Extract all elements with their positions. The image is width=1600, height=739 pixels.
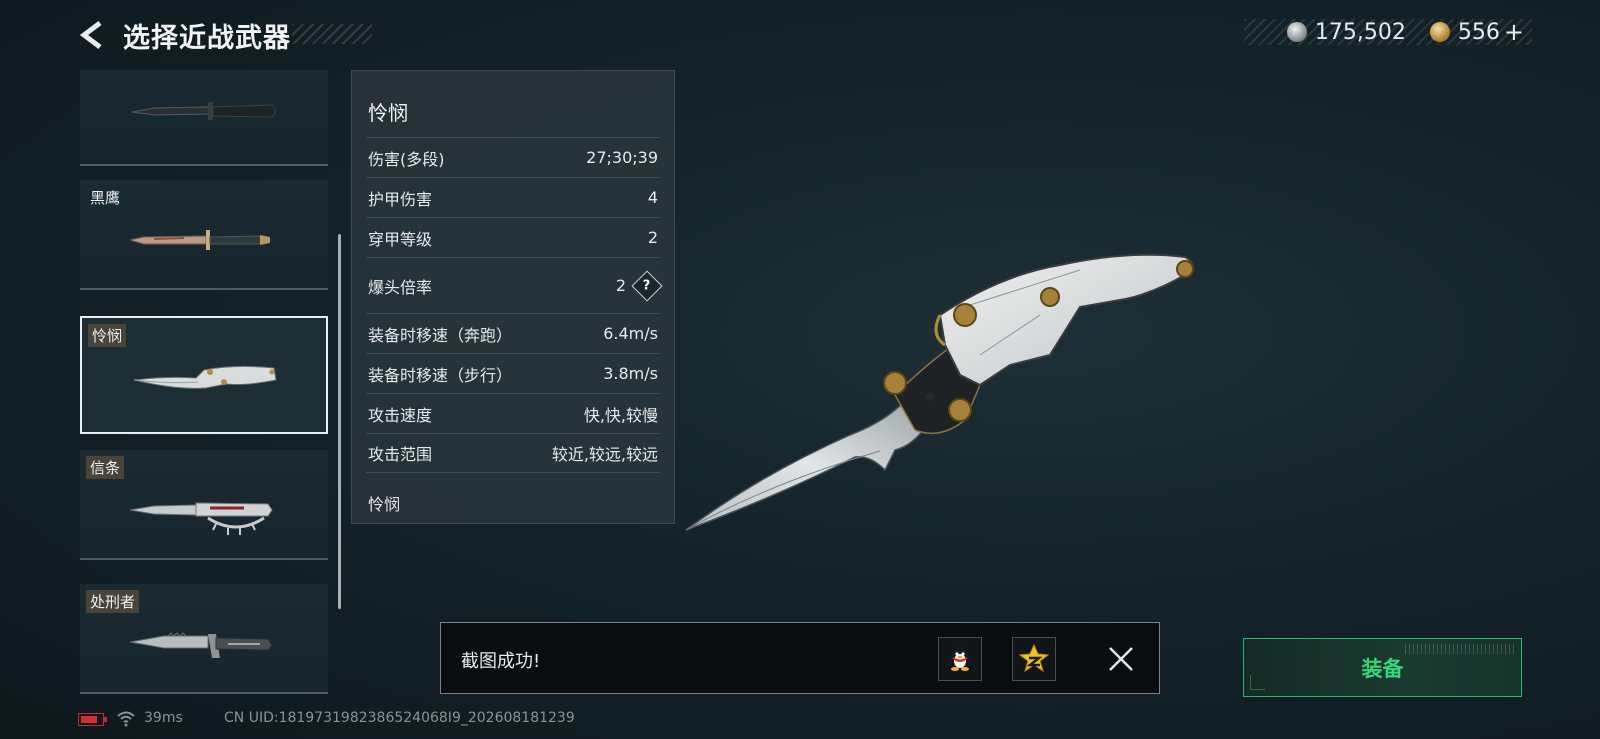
back-arrow-icon[interactable]: [78, 20, 106, 50]
gold-coin-icon: [1429, 22, 1450, 42]
weapon-card-black-hawk[interactable]: 黑鹰: [80, 180, 328, 290]
black-hawk-knife-image: [129, 230, 270, 250]
stat-value: 2: [647, 228, 658, 247]
stat-label: 攻击速度: [368, 405, 433, 425]
weapon-card-creed[interactable]: 信条: [80, 450, 328, 560]
stat-row-penetration-level: 穿甲等级 2: [366, 217, 660, 257]
gold-currency-value: 556: [1457, 19, 1500, 45]
stat-value: 3.8m/s: [603, 364, 658, 383]
silver-coin-icon: [1286, 22, 1307, 42]
list-scrollbar[interactable]: [338, 234, 341, 609]
weapon-preview-image[interactable]: [680, 245, 1220, 545]
weapon-stats-panel: 怜悯 伤害(多段) 27;30;39 护甲伤害 4 穿甲等级 2 爆头倍率 2 …: [351, 70, 675, 524]
page-title: 选择近战武器: [123, 23, 291, 54]
currency-bar: 175,502 556 +: [1244, 18, 1532, 46]
stat-label: 爆头倍率: [368, 277, 433, 297]
close-icon[interactable]: [1107, 645, 1135, 673]
stat-row-armor-damage: 护甲伤害 4: [366, 177, 660, 217]
equip-button[interactable]: 装备: [1243, 638, 1522, 697]
qq-icon: [951, 647, 969, 671]
equip-button-label: 装备: [1361, 657, 1404, 681]
user-uid: CN UID:1819731982386524068I9_20260818123…: [224, 710, 575, 726]
stat-row-run-speed: 装备时移速（奔跑） 6.4m/s: [366, 313, 660, 353]
stat-value: 6.4m/s: [603, 324, 658, 343]
stat-value: 2: [615, 276, 626, 295]
share-qzone-button[interactable]: [1012, 637, 1056, 681]
weapon-name: 信条: [86, 456, 125, 479]
weapon-card-mercy[interactable]: 怜悯: [80, 316, 328, 434]
mercy-knife-image: [133, 365, 277, 389]
stat-label: 穿甲等级: [368, 229, 433, 249]
stat-value: 较近,较远,较远: [551, 445, 658, 464]
share-qq-button[interactable]: [938, 637, 982, 681]
stat-value: 快,快,较慢: [583, 405, 658, 425]
ping-value: 39ms: [144, 710, 183, 726]
stat-row-attack-range: 攻击范围 较近,较远,较远: [366, 433, 660, 473]
stat-row-attack-speed: 攻击速度 快,快,较慢: [366, 393, 660, 433]
weapon-card-executioner[interactable]: 处刑者: [80, 584, 328, 694]
stat-label: 攻击范围: [368, 445, 433, 464]
executioner-knife-image: [129, 632, 273, 658]
weapon-name: 处刑者: [86, 590, 140, 613]
help-icon[interactable]: ?: [631, 269, 663, 302]
stat-label: 护甲伤害: [368, 189, 433, 209]
toast-message: 截图成功!: [461, 651, 541, 672]
stat-label: 装备时移速（奔跑）: [368, 325, 513, 345]
screenshot-toast: 截图成功!: [440, 622, 1160, 694]
weapon-list[interactable]: 黑鹰 怜悯 信条 处刑者: [80, 70, 330, 694]
title-decoration: [292, 24, 372, 44]
stat-label: 伤害(多段): [368, 149, 445, 169]
weapon-name: 黑鹰: [90, 189, 121, 207]
qzone-icon: [1018, 643, 1050, 673]
combat-knife-image: [131, 102, 276, 120]
weapon-description: 怜悯: [368, 495, 401, 514]
stat-label: 装备时移速（步行）: [368, 365, 513, 385]
stat-row-headshot-multiplier: 爆头倍率 2 ?: [366, 257, 663, 313]
stat-row-damage: 伤害(多段) 27;30;39: [366, 137, 660, 177]
stat-value: 27;30;39: [586, 148, 658, 167]
weapon-stats-title: 怜悯: [368, 101, 408, 125]
add-currency-button[interactable]: +: [1504, 18, 1524, 46]
stat-row-walk-speed: 装备时移速（步行） 3.8m/s: [366, 353, 660, 393]
stat-value: 4: [647, 188, 658, 207]
wifi-icon: [117, 711, 135, 727]
weapon-card-combat-knife[interactable]: [80, 70, 328, 166]
silver-currency-value: 175,502: [1314, 19, 1406, 45]
battery-icon: [78, 713, 107, 726]
weapon-name: 怜悯: [88, 324, 127, 347]
creed-knife-image: [129, 502, 273, 535]
